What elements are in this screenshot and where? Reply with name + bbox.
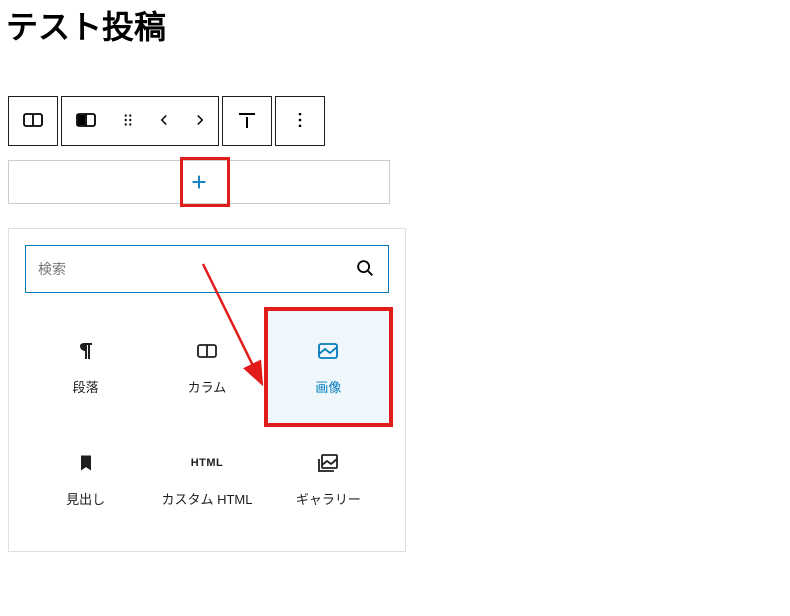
block-label: 画像 — [315, 377, 341, 396]
block-type-columns-button[interactable] — [9, 97, 57, 145]
drag-handle-icon — [119, 111, 137, 132]
html-icon: HTML — [195, 451, 219, 475]
block-item-columns[interactable]: カラム — [146, 311, 267, 423]
search-button[interactable] — [354, 257, 376, 282]
block-label: 見出し — [66, 489, 105, 508]
block-toolbar — [8, 96, 790, 146]
search-icon — [354, 257, 376, 282]
plus-icon — [187, 170, 211, 194]
chevron-right-icon — [191, 111, 209, 132]
block-item-gallery[interactable]: ギャラリー — [268, 423, 389, 535]
paragraph-icon — [74, 339, 98, 363]
chevron-left-icon — [155, 111, 173, 132]
align-top-icon — [235, 108, 259, 135]
gallery-icon — [316, 451, 340, 475]
bookmark-icon — [74, 451, 98, 475]
move-left-button[interactable] — [146, 97, 182, 145]
more-options-button[interactable] — [276, 97, 324, 145]
block-appender[interactable] — [8, 160, 390, 204]
more-vertical-icon — [290, 110, 310, 133]
block-inserter-panel: 段落 カラム 画像 見出し HTML カスタム HTML — [8, 228, 406, 552]
move-right-button[interactable] — [182, 97, 218, 145]
block-variation-button[interactable] — [62, 97, 110, 145]
search-field-wrap — [25, 245, 389, 293]
half-column-icon — [74, 108, 98, 135]
block-grid: 段落 カラム 画像 見出し HTML カスタム HTML — [25, 311, 389, 535]
block-item-heading[interactable]: 見出し — [25, 423, 146, 535]
columns-icon — [21, 108, 45, 135]
drag-handle-button[interactable] — [110, 97, 146, 145]
block-label: 段落 — [73, 377, 99, 396]
block-item-image[interactable]: 画像 — [268, 311, 389, 423]
block-label: カスタム HTML — [161, 489, 252, 508]
block-item-paragraph[interactable]: 段落 — [25, 311, 146, 423]
align-button[interactable] — [223, 97, 271, 145]
columns-icon — [195, 339, 219, 363]
page-title: テスト投稿 — [0, 2, 790, 48]
block-label: ギャラリー — [296, 489, 361, 508]
block-item-html[interactable]: HTML カスタム HTML — [146, 423, 267, 535]
image-icon — [316, 339, 340, 363]
annotation-highlight-image — [264, 307, 393, 427]
block-label: カラム — [188, 377, 227, 396]
search-input[interactable] — [38, 261, 354, 277]
